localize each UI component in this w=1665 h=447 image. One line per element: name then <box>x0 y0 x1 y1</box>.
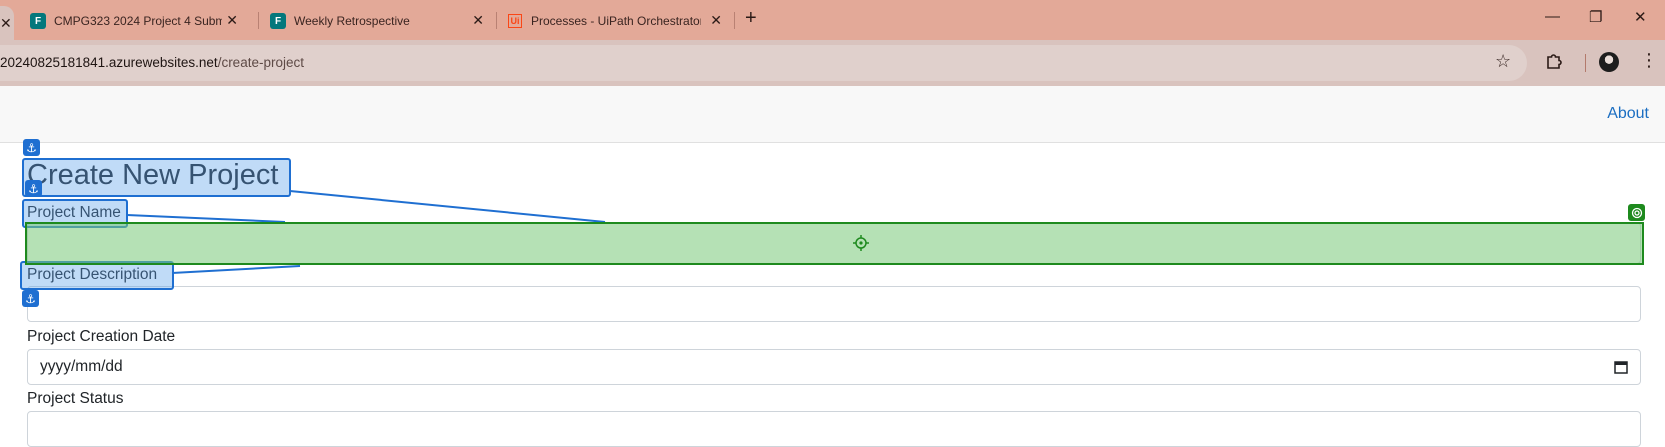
target-icon <box>1628 204 1645 221</box>
project-status-input[interactable] <box>27 411 1641 447</box>
restore-icon[interactable]: ❐ <box>1589 8 1602 26</box>
url-host: 20240825181841.azurewebsites.net <box>0 55 218 70</box>
project-status-label: Project Status <box>27 390 124 407</box>
window-close-icon[interactable]: ✕ <box>1634 8 1647 26</box>
tab-label: Processes - UiPath Orchestrator <box>531 14 701 28</box>
project-creation-date-input[interactable]: yyyy/mm/dd <box>27 349 1641 385</box>
tab-close-icon[interactable]: ✕ <box>472 12 484 29</box>
project-description-label-highlight <box>20 261 174 290</box>
calendar-icon[interactable] <box>1614 360 1628 374</box>
toolbar-divider <box>1585 54 1586 72</box>
uipath-icon: Ui <box>508 14 522 28</box>
profile-avatar-icon[interactable] <box>1599 52 1619 72</box>
anchor-icon: ⚓ <box>22 290 39 307</box>
crosshair-icon <box>853 235 869 251</box>
forms-icon: F <box>270 13 286 29</box>
tab-project-submission[interactable]: F CMPG323 2024 Project 4 Submission ✕ <box>30 6 238 36</box>
tab-separator <box>496 12 497 29</box>
extensions-puzzle-icon[interactable] <box>1545 52 1563 70</box>
url-path: /create-project <box>217 55 304 70</box>
tab-separator <box>258 12 259 29</box>
connector-line <box>289 190 606 223</box>
anchor-icon: ⚓ <box>23 139 40 156</box>
address-url[interactable]: 20240825181841.azurewebsites.net/create-… <box>0 55 304 70</box>
minimize-icon[interactable]: — <box>1545 8 1560 25</box>
tab-separator <box>734 12 735 29</box>
project-creation-date-label: Project Creation Date <box>27 328 176 345</box>
tab-close-icon[interactable]: ✕ <box>226 12 238 29</box>
active-tab[interactable]: ✕ <box>0 6 14 40</box>
tab-close-icon[interactable]: ✕ <box>710 12 722 29</box>
new-tab-plus-icon[interactable]: + <box>745 7 757 30</box>
anchor-icon: ⚓ <box>25 180 42 197</box>
browser-menu-icon[interactable]: ⋮ <box>1640 50 1658 71</box>
connector-line <box>171 265 301 274</box>
site-navbar: About <box>0 86 1665 143</box>
tab-label: CMPG323 2024 Project 4 Submission <box>54 14 222 28</box>
active-tab-close-icon[interactable]: ✕ <box>0 15 12 32</box>
date-placeholder: yyyy/mm/dd <box>40 358 123 375</box>
tab-weekly-retrospective[interactable]: F Weekly Retrospective ✕ <box>270 6 484 36</box>
bookmark-star-icon[interactable]: ☆ <box>1495 51 1511 72</box>
tab-label: Weekly Retrospective <box>294 14 410 28</box>
browser-tab-strip: ✕ F CMPG323 2024 Project 4 Submission ✕ … <box>0 0 1665 40</box>
connector-line <box>126 214 286 223</box>
project-description-input[interactable] <box>27 286 1641 322</box>
tab-uipath-processes[interactable]: Ui Processes - UiPath Orchestrator ✕ <box>508 6 722 36</box>
title-highlight <box>22 158 291 197</box>
about-link[interactable]: About <box>1607 105 1649 123</box>
forms-icon: F <box>30 13 46 29</box>
target-field-highlight <box>25 222 1644 265</box>
